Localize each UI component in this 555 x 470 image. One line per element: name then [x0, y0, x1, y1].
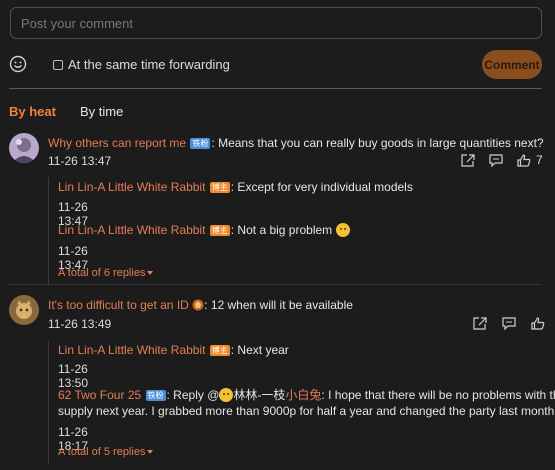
forward-label: At the same time forwarding — [68, 57, 230, 72]
fan-badge: 铁粉 — [190, 138, 211, 149]
reply-icon[interactable] — [489, 153, 503, 167]
chevron-down-icon — [147, 271, 154, 275]
more-replies-label: A total of 6 replies — [58, 267, 146, 279]
share-icon[interactable] — [473, 317, 487, 330]
reply-username[interactable]: 62 Two Four 25 — [58, 388, 141, 402]
reply-thread: Lin Lin-A Little White Rabbit 博主: Except… — [48, 177, 413, 285]
mention-link[interactable]: 林林-一枝 — [233, 388, 285, 402]
reply-username[interactable]: Lin Lin-A Little White Rabbit — [58, 223, 205, 237]
view-more-replies[interactable]: A total of 5 replies — [58, 446, 154, 458]
emoji-icon[interactable] — [9, 55, 27, 73]
mention-link[interactable]: 小白兔 — [285, 388, 321, 402]
reply-thread: Lin Lin-A Little White Rabbit 博主: Next y… — [48, 341, 555, 464]
view-more-replies[interactable]: A total of 6 replies — [58, 267, 154, 279]
reply-icon[interactable] — [502, 317, 516, 330]
more-replies-label: A total of 5 replies — [58, 446, 146, 458]
comment-button[interactable]: Comment — [482, 50, 542, 79]
comment-body: It's too difficult to get an ID : 12 whe… — [48, 298, 353, 312]
author-badge: 博主 — [209, 182, 230, 193]
comment-input-box[interactable] — [10, 7, 542, 39]
divider — [9, 284, 542, 285]
like-icon[interactable] — [517, 153, 531, 167]
comment-time: 11-26 13:49 — [48, 317, 112, 331]
reply-text: : Not a big problem — [230, 223, 333, 237]
icon-badge — [192, 298, 204, 312]
author-badge: 博主 — [209, 345, 230, 356]
reply-username[interactable]: Lin Lin-A Little White Rabbit — [58, 180, 205, 194]
reply-username[interactable]: Lin Lin-A Little White Rabbit — [58, 343, 205, 357]
chevron-down-icon — [147, 450, 154, 454]
comment-text: : 12 when will it be available — [204, 298, 353, 312]
comment-time: 11-26 13:47 — [48, 154, 112, 168]
forward-option[interactable]: At the same time forwarding — [53, 57, 230, 72]
share-icon[interactable] — [461, 153, 475, 167]
avatar-emoji-icon — [219, 388, 234, 402]
comment-input[interactable] — [11, 8, 541, 38]
reply-prefix: : Reply @ — [166, 388, 220, 402]
emoji-icon — [335, 223, 350, 237]
reply-text: : Except for very individual models — [230, 180, 413, 194]
fan-badge: 铁粉 — [145, 390, 166, 401]
comment-username[interactable]: Why others can report me — [48, 136, 186, 150]
author-badge: 博主 — [209, 225, 230, 236]
comment-username[interactable]: It's too difficult to get an ID — [48, 298, 189, 312]
like-count: 7 — [536, 153, 543, 167]
reply-text: : I hope that there will be no problems … — [321, 388, 555, 402]
avatar[interactable] — [9, 133, 39, 163]
divider — [9, 88, 542, 89]
comment-body: Why others can report me 铁粉: Means that … — [48, 136, 544, 150]
forward-checkbox[interactable] — [53, 59, 63, 70]
like-icon[interactable] — [531, 317, 545, 330]
avatar[interactable] — [9, 295, 39, 325]
reply-text: : Next year — [230, 343, 289, 357]
tab-by-time[interactable]: By time — [80, 104, 123, 119]
comment-text: : Means that you can really buy goods in… — [211, 136, 544, 150]
reply-text-continued: supply next year. I grabbed more than 90… — [58, 404, 555, 418]
tab-by-heat[interactable]: By heat — [9, 104, 56, 119]
